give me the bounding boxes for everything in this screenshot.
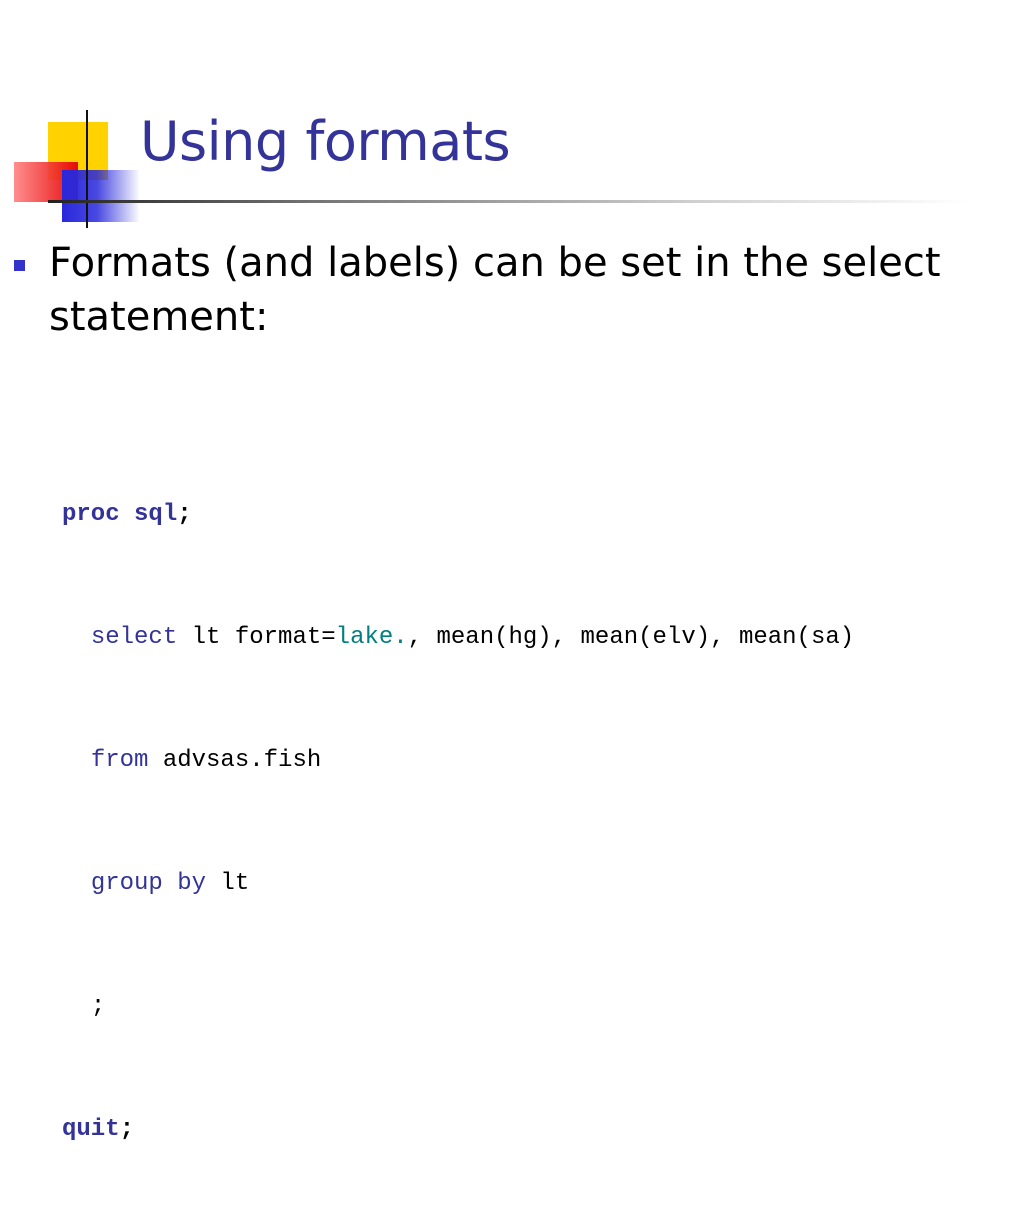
code-line-5: ; [62,986,854,1027]
code-text: , mean(hg), mean(elv), mean(sa) [407,624,855,651]
code-punct: ; [177,501,192,528]
code-format: lake. [335,624,408,651]
blue-square-decoration [62,170,140,222]
bullet-text: Formats (and labels) can be set in the s… [49,240,941,340]
slide-title: Using formats [140,110,511,173]
vertical-rule-decoration [86,110,88,228]
code-line-6: quit; [62,1109,854,1150]
code-keyword: proc sql [62,501,178,528]
code-keyword: from [90,747,149,774]
square-bullet-icon [14,260,25,271]
code-block: proc sql; select lt format=lake., mean(h… [62,412,854,1232]
code-text: ; [90,993,106,1020]
code-text: lt [206,870,250,897]
code-line-3: from advsas.fish [62,740,854,781]
code-keyword: group by [90,870,207,897]
code-keyword: select [90,624,178,651]
title-underline [48,200,968,203]
code-text: advsas.fish [148,747,322,774]
code-keyword: quit [62,1116,120,1143]
code-punct: ; [119,1116,135,1143]
title-decoration-logo [0,100,150,230]
code-line-2: select lt format=lake., mean(hg), mean(e… [62,617,854,658]
slide: Using formats Formats (and labels) can b… [0,0,1024,1143]
code-line-1: proc sql; [62,494,854,535]
code-line-4: group by lt [62,863,854,904]
code-text: lt format= [177,624,336,651]
